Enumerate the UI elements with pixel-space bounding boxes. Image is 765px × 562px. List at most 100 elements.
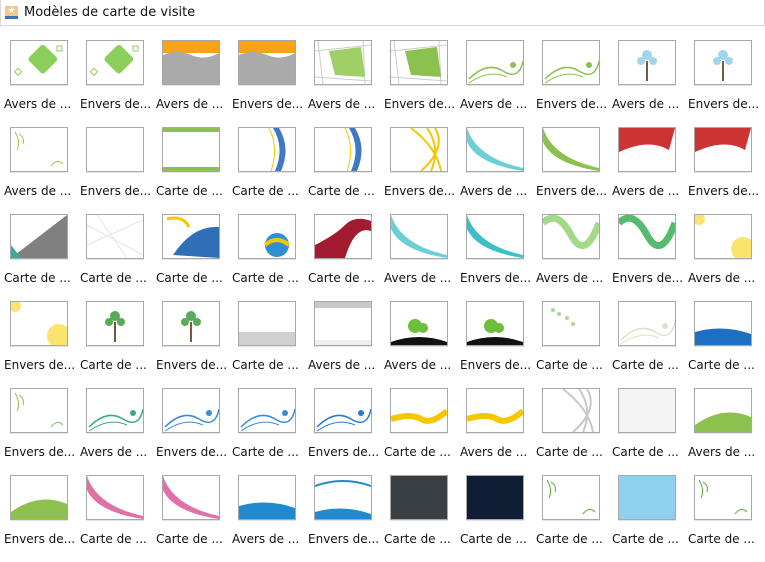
template-thumbnail[interactable] (10, 40, 68, 85)
template-item[interactable]: Avers de ... (228, 475, 304, 562)
template-thumbnail[interactable] (10, 214, 68, 259)
template-item[interactable]: Envers de... (76, 127, 152, 214)
template-thumbnail[interactable] (466, 388, 524, 433)
template-item[interactable]: Envers de... (0, 388, 76, 475)
template-item[interactable]: Carte de ... (380, 475, 456, 562)
template-item[interactable]: Avers de ... (456, 388, 532, 475)
template-item[interactable]: Avers de ... (608, 127, 684, 214)
template-thumbnail[interactable] (86, 127, 144, 172)
template-item[interactable]: Avers de ... (532, 214, 608, 301)
template-thumbnail[interactable] (390, 127, 448, 172)
template-thumbnail[interactable] (542, 40, 600, 85)
template-item[interactable]: Envers de... (152, 388, 228, 475)
template-thumbnail[interactable] (10, 388, 68, 433)
template-thumbnail[interactable] (618, 475, 676, 520)
template-thumbnail[interactable] (542, 475, 600, 520)
template-thumbnail[interactable] (10, 301, 68, 346)
template-thumbnail[interactable] (694, 127, 752, 172)
template-item[interactable]: Avers de ... (608, 40, 684, 127)
template-item[interactable]: Carte de ... (228, 214, 304, 301)
template-thumbnail[interactable] (542, 388, 600, 433)
template-thumbnail[interactable] (162, 301, 220, 346)
template-item[interactable]: Carte de ... (608, 475, 684, 562)
template-item[interactable]: Envers de... (76, 40, 152, 127)
template-item[interactable]: Carte de ... (152, 475, 228, 562)
template-thumbnail[interactable] (694, 214, 752, 259)
template-thumbnail[interactable] (618, 214, 676, 259)
template-thumbnail[interactable] (314, 214, 372, 259)
template-item[interactable]: Envers de... (380, 127, 456, 214)
template-thumbnail[interactable] (238, 388, 296, 433)
template-item[interactable]: Envers de... (684, 40, 760, 127)
template-thumbnail[interactable] (314, 301, 372, 346)
template-item[interactable]: Envers de... (228, 40, 304, 127)
template-thumbnail[interactable] (542, 301, 600, 346)
template-item[interactable]: Carte de ... (456, 475, 532, 562)
template-item[interactable]: Avers de ... (684, 214, 760, 301)
template-item[interactable]: Carte de ... (228, 388, 304, 475)
template-thumbnail[interactable] (86, 40, 144, 85)
template-item[interactable]: Avers de ... (456, 40, 532, 127)
template-thumbnail[interactable] (314, 40, 372, 85)
template-item[interactable]: Envers de... (532, 40, 608, 127)
template-item[interactable]: Envers de... (304, 388, 380, 475)
template-item[interactable]: Envers de... (456, 214, 532, 301)
template-thumbnail[interactable] (314, 127, 372, 172)
template-thumbnail[interactable] (390, 388, 448, 433)
template-thumbnail[interactable] (238, 214, 296, 259)
template-item[interactable]: Carte de ... (608, 301, 684, 388)
template-thumbnail[interactable] (694, 40, 752, 85)
template-thumbnail[interactable] (694, 388, 752, 433)
template-item[interactable]: Carte de ... (532, 475, 608, 562)
template-thumbnail[interactable] (86, 475, 144, 520)
template-item[interactable]: Envers de... (152, 301, 228, 388)
template-thumbnail[interactable] (694, 475, 752, 520)
template-thumbnail[interactable] (466, 127, 524, 172)
template-item[interactable]: Carte de ... (228, 127, 304, 214)
template-thumbnail[interactable] (238, 475, 296, 520)
template-item[interactable]: Carte de ... (152, 127, 228, 214)
template-thumbnail[interactable] (162, 40, 220, 85)
template-thumbnail[interactable] (390, 475, 448, 520)
template-thumbnail[interactable] (618, 388, 676, 433)
template-thumbnail[interactable] (314, 388, 372, 433)
template-item[interactable]: Carte de ... (76, 301, 152, 388)
template-item[interactable]: Envers de... (0, 301, 76, 388)
template-item[interactable]: Envers de... (684, 127, 760, 214)
template-thumbnail[interactable] (238, 127, 296, 172)
template-item[interactable]: Avers de ... (0, 40, 76, 127)
template-item[interactable]: Avers de ... (152, 40, 228, 127)
template-thumbnail[interactable] (10, 475, 68, 520)
template-thumbnail[interactable] (466, 475, 524, 520)
template-thumbnail[interactable] (618, 127, 676, 172)
template-item[interactable]: Carte de ... (684, 301, 760, 388)
template-item[interactable]: Carte de ... (532, 301, 608, 388)
template-item[interactable]: Carte de ... (76, 475, 152, 562)
template-item[interactable]: Carte de ... (152, 214, 228, 301)
template-thumbnail[interactable] (10, 127, 68, 172)
template-item[interactable]: Carte de ... (608, 388, 684, 475)
template-thumbnail[interactable] (162, 475, 220, 520)
template-item[interactable]: Avers de ... (380, 301, 456, 388)
template-thumbnail[interactable] (466, 40, 524, 85)
template-item[interactable]: Avers de ... (456, 127, 532, 214)
template-item[interactable]: Carte de ... (304, 127, 380, 214)
template-item[interactable]: Avers de ... (684, 388, 760, 475)
template-thumbnail[interactable] (390, 301, 448, 346)
template-thumbnail[interactable] (618, 40, 676, 85)
template-thumbnail[interactable] (542, 214, 600, 259)
template-item[interactable]: Avers de ... (304, 301, 380, 388)
template-thumbnail[interactable] (466, 214, 524, 259)
template-thumbnail[interactable] (162, 214, 220, 259)
template-item[interactable]: Envers de... (0, 475, 76, 562)
template-item[interactable]: Avers de ... (380, 214, 456, 301)
template-thumbnail[interactable] (162, 388, 220, 433)
template-item[interactable]: Carte de ... (76, 214, 152, 301)
template-thumbnail[interactable] (390, 214, 448, 259)
template-item[interactable]: Carte de ... (304, 214, 380, 301)
template-item[interactable]: Envers de... (456, 301, 532, 388)
template-thumbnail[interactable] (314, 475, 372, 520)
template-item[interactable]: Envers de... (608, 214, 684, 301)
template-thumbnail[interactable] (466, 301, 524, 346)
template-thumbnail[interactable] (694, 301, 752, 346)
